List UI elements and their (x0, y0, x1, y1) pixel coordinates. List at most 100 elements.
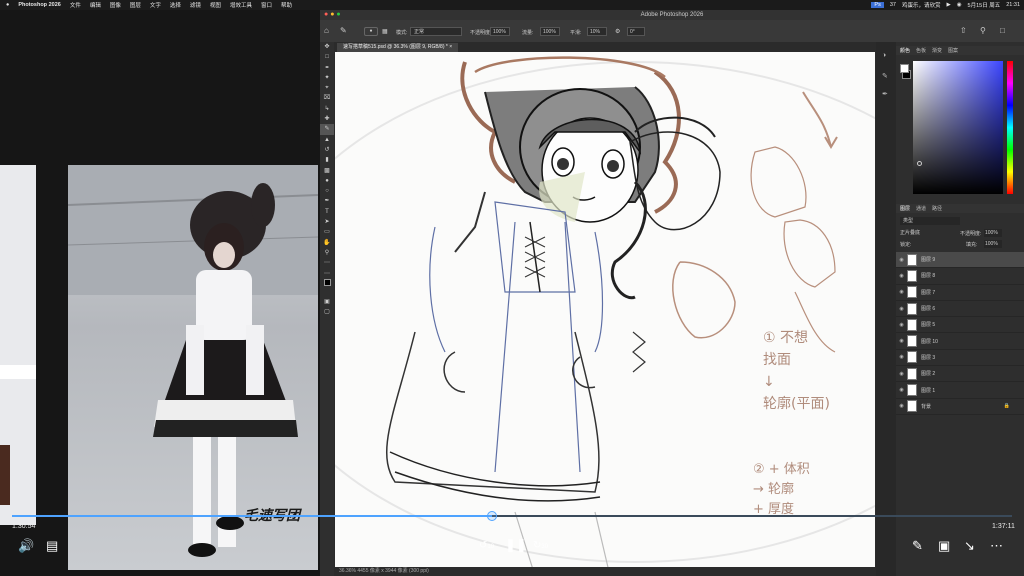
tab-color[interactable]: 颜色 (900, 47, 910, 54)
picture-in-picture-icon[interactable]: ▣ (938, 538, 950, 554)
blend-mode-select[interactable]: 正常 (410, 27, 462, 36)
skip-forward-button[interactable]: ↻30 (533, 540, 548, 551)
subtitles-icon[interactable]: ▤ (46, 538, 58, 554)
paths-panel-icon[interactable]: ✒ (882, 90, 888, 98)
gradient-tool-icon[interactable]: ▩ (320, 166, 334, 176)
visibility-eye-icon[interactable]: ◉ (896, 354, 907, 360)
pause-button[interactable]: ❚❚ (505, 537, 527, 553)
video-progress-knob[interactable] (487, 511, 497, 521)
layer-filter-select[interactable]: 类型 (900, 217, 960, 225)
blur-tool-icon[interactable]: ● (320, 176, 334, 186)
artboard-canvas[interactable]: ① 不想 找面 ↓ 轮廓(平面) ② + 体积 → 轮廓 + 厚度 (335, 52, 875, 576)
brush-tool-icon[interactable]: ✎ (340, 26, 347, 35)
layer-row[interactable]: ◉ 图层 6 (896, 301, 1024, 318)
search-icon[interactable]: ⚲ (980, 26, 986, 35)
menu-help[interactable]: 帮助 (281, 1, 292, 9)
tab-channels[interactable]: 通道 (916, 205, 926, 212)
healing-tool-icon[interactable]: ✚ (320, 114, 334, 124)
zoom-tool-icon[interactable]: ⚲ (320, 248, 334, 258)
layer-row[interactable]: ◉ 图层 3 (896, 350, 1024, 367)
layer-row[interactable]: ◉ 图层 5 (896, 317, 1024, 334)
history-brush-tool-icon[interactable]: ↺ (320, 145, 334, 155)
brush-settings-icon[interactable]: ▦ (382, 28, 388, 35)
menu-filter[interactable]: 滤镜 (190, 1, 201, 9)
ps-status-icon[interactable]: Ps (871, 2, 884, 8)
pen-tool-icon[interactable]: ✒ (320, 196, 334, 206)
marquee-tool-icon[interactable]: □ (320, 52, 334, 62)
menu-layer[interactable]: 图层 (130, 1, 141, 9)
home-icon[interactable]: ⌂ (324, 26, 329, 35)
hue-slider[interactable] (1007, 61, 1013, 194)
menu-app-name[interactable]: Photoshop 2026 (18, 2, 60, 8)
annotate-pen-icon[interactable]: ✎ (912, 538, 923, 554)
eyedropper-tool-icon[interactable]: ↳ (320, 104, 334, 114)
clock[interactable]: 21:31 (1006, 2, 1020, 8)
zoom-window-icon[interactable]: ● (336, 11, 340, 18)
type-tool-icon[interactable]: T (320, 207, 334, 217)
layer-row[interactable]: ◉ 图层 10 (896, 334, 1024, 350)
layer-row[interactable]: ◉ 图层 2 (896, 366, 1024, 383)
volume-icon[interactable]: 🔊 (18, 538, 34, 554)
layer-blend-mode[interactable]: 正片叠底 (900, 229, 940, 237)
layer-row[interactable]: ◉ 图层 8 (896, 268, 1024, 285)
close-tab-icon[interactable]: × (449, 44, 452, 50)
menu-edit[interactable]: 编辑 (90, 1, 101, 9)
dodge-tool-icon[interactable]: ○ (320, 186, 334, 196)
visibility-eye-icon[interactable]: ◉ (896, 387, 907, 393)
visibility-eye-icon[interactable]: ◉ (896, 338, 907, 344)
color-picker-cursor[interactable] (917, 161, 922, 166)
smoothing-gear-icon[interactable]: ⚙ (615, 28, 620, 35)
lasso-tool-icon[interactable]: ⚭ (320, 63, 334, 73)
menu-view[interactable]: 视图 (210, 1, 221, 9)
now-playing[interactable]: 鸡蛋乐，请欣赏 (902, 1, 941, 9)
visibility-eye-icon[interactable]: ◉ (896, 306, 907, 312)
exit-fullscreen-icon[interactable]: ↘ (964, 538, 975, 554)
wifi-icon[interactable]: ◉ (957, 2, 962, 8)
visibility-eye-icon[interactable]: ◉ (896, 322, 907, 328)
layer-row[interactable]: ◉ 图层 7 (896, 285, 1024, 301)
quick-mask-icon[interactable]: ▣ (320, 297, 334, 307)
tab-gradients[interactable]: 渐变 (932, 47, 942, 54)
path-selection-tool-icon[interactable]: ➤ (320, 217, 334, 227)
tab-swatches[interactable]: 色板 (916, 47, 926, 54)
layer-row[interactable]: ◉ 图层 9 (896, 252, 1024, 269)
more-tools-icon[interactable]: ⋯ (320, 258, 334, 268)
document-tab[interactable]: 速写搭草稿515.psd @ 36.3% (图层 9, RGB/8) * × (337, 43, 459, 52)
window-traffic-lights[interactable]: ● ● ● (324, 10, 341, 20)
smoothing-input[interactable]: 10% (587, 27, 607, 36)
visibility-eye-icon[interactable]: ◉ (896, 257, 907, 263)
menu-type[interactable]: 文字 (150, 1, 161, 9)
brush-preset-picker[interactable]: ● (364, 27, 378, 36)
share-icon[interactable]: ⇧ (960, 26, 967, 35)
play-icon[interactable]: ▶ (946, 2, 950, 8)
clone-stamp-tool-icon[interactable]: ▲ (320, 135, 334, 145)
brush-tool-icon-side[interactable]: ✎ (320, 124, 334, 135)
move-tool-icon[interactable]: ✥ (320, 42, 334, 52)
apple-icon[interactable]: ● (6, 2, 9, 8)
menu-file[interactable]: 文件 (70, 1, 81, 9)
flow-input[interactable]: 100% (540, 27, 560, 36)
tab-paths[interactable]: 路径 (932, 205, 942, 212)
adjustments-icon[interactable]: ◑ (882, 52, 886, 59)
workspace-icon[interactable]: □ (1000, 26, 1005, 35)
more-options-icon[interactable]: ⋯ (990, 538, 1003, 554)
skip-back-button[interactable]: ↺10 (479, 540, 494, 551)
frame-tool-icon[interactable]: ⌧ (320, 93, 334, 103)
menu-select[interactable]: 选择 (170, 1, 181, 9)
eraser-tool-icon[interactable]: ▮ (320, 155, 334, 165)
tab-patterns[interactable]: 图案 (948, 47, 958, 54)
menu-plugins[interactable]: 增效工具 (230, 1, 252, 9)
edit-toolbar-icon[interactable]: ⋯ (320, 269, 334, 279)
foreground-color-swatch[interactable] (900, 64, 909, 73)
tab-layers[interactable]: 图层 (900, 205, 910, 212)
date[interactable]: 5月15日 周五 (968, 1, 1001, 9)
hand-tool-icon[interactable]: ✋ (320, 238, 334, 248)
layer-row[interactable]: ◉ 背景 🔒 (896, 399, 1024, 415)
visibility-eye-icon[interactable]: ◉ (896, 403, 907, 409)
layer-row[interactable]: ◉ 图层 1 (896, 382, 1024, 399)
angle-input[interactable]: 0° (627, 27, 645, 36)
close-window-icon[interactable]: ● (324, 11, 328, 18)
brush-settings-panel-icon[interactable]: ✎ (882, 72, 888, 80)
crop-tool-icon[interactable]: ⌖ (320, 83, 334, 93)
color-picker-field[interactable] (913, 61, 1003, 194)
